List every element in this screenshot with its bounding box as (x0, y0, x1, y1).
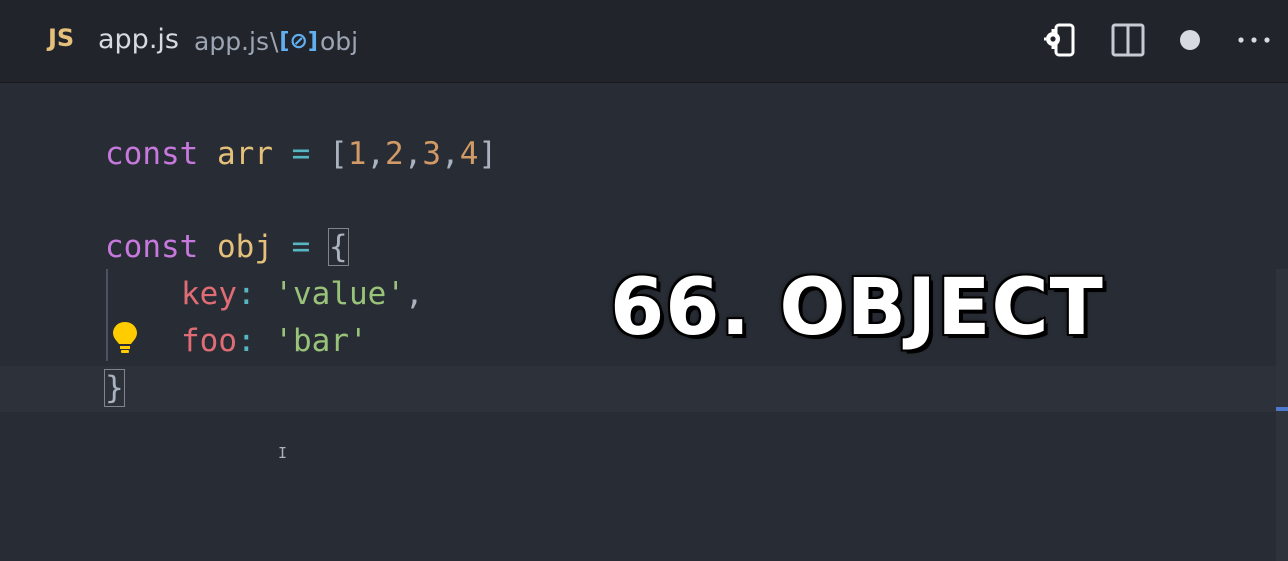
code-line-key[interactable]: key: 'value', (181, 272, 424, 316)
scrollbar-cursor-marker (1276, 407, 1288, 411)
code-line-obj[interactable]: const obj = { (105, 225, 349, 269)
indent-guide (106, 269, 108, 361)
comma: , (366, 136, 386, 172)
current-line-highlight (0, 366, 1276, 412)
array-value: 2 (385, 136, 404, 172)
unsaved-dot-icon[interactable] (1172, 22, 1208, 58)
breadcrumb-symbol[interactable]: obj (320, 27, 358, 56)
keyword-const: const (105, 136, 199, 172)
array-value: 4 (459, 136, 479, 172)
breadcrumb-file[interactable]: app.js (194, 27, 269, 56)
open-preview-settings-icon[interactable] (1044, 22, 1080, 58)
colon: : (237, 276, 256, 312)
string-value: 'bar' (274, 323, 368, 359)
array-value: 1 (347, 136, 367, 172)
breadcrumb: app.js \ [⊘] obj (194, 27, 358, 56)
close-brace: } (104, 369, 125, 407)
comma: , (441, 136, 460, 172)
video-overlay-title: 66. OBJECT (609, 262, 1105, 355)
close-bracket: ] (478, 136, 498, 172)
operator-equals: = (291, 229, 311, 265)
tab-app-js[interactable]: app.js (98, 24, 179, 55)
editor-tab-bar: JS app.js app.js \ [⊘] obj (0, 0, 1288, 83)
code-line-close[interactable]: } (104, 366, 125, 410)
open-brace: { (328, 228, 349, 266)
js-file-icon: JS (48, 24, 75, 52)
property-foo: foo (181, 323, 237, 359)
operator-equals: = (291, 136, 311, 172)
split-editor-icon[interactable] (1110, 22, 1146, 58)
breadcrumb-separator: \ (269, 27, 279, 56)
symbol-variable-icon: [⊘] (279, 29, 318, 54)
more-actions-icon[interactable] (1236, 22, 1272, 58)
code-line-arr[interactable]: const arr = [1,2,3,4] (105, 132, 497, 176)
comma: , (405, 276, 424, 312)
scrollbar[interactable] (1276, 269, 1288, 561)
array-value: 3 (422, 136, 442, 172)
text-cursor-icon: I (278, 444, 288, 462)
colon: : (237, 323, 256, 359)
lightbulb-icon[interactable] (111, 320, 139, 354)
variable-arr: arr (217, 136, 273, 172)
keyword-const: const (105, 229, 199, 265)
code-line-foo[interactable]: foo: 'bar' (181, 319, 368, 363)
open-bracket: [ (329, 136, 348, 172)
property-key: key (181, 276, 237, 312)
string-value: 'value' (274, 276, 405, 312)
comma: , (403, 136, 423, 172)
variable-obj: obj (217, 229, 273, 265)
